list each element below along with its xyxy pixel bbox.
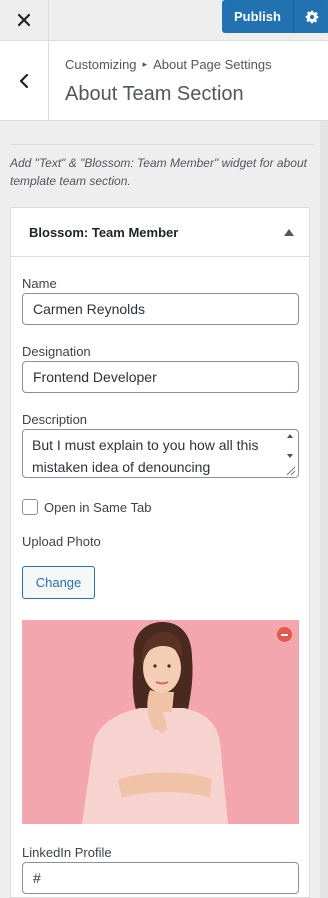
publish-group: Publish — [222, 0, 328, 33]
scrollbar[interactable] — [320, 121, 328, 898]
change-photo-button[interactable]: Change — [22, 566, 95, 599]
name-label: Name — [22, 276, 57, 291]
name-input[interactable]: Carmen Reynolds — [22, 293, 299, 325]
publish-settings-button[interactable] — [292, 0, 328, 33]
description-label: Description — [22, 412, 88, 427]
section-description: Add "Text" & "Blossom: Team Member" widg… — [10, 156, 307, 188]
remove-photo-button[interactable] — [277, 627, 292, 642]
open-same-tab-checkbox[interactable] — [22, 499, 38, 515]
close-button[interactable] — [0, 0, 49, 40]
publish-button[interactable]: Publish — [222, 0, 293, 33]
description-textarea[interactable]: But I must explain to you how all this m… — [22, 429, 299, 478]
close-icon — [17, 13, 31, 27]
upload-photo-label: Upload Photo — [22, 534, 101, 549]
breadcrumb: Customizing ▸ About Page Settings — [65, 57, 272, 72]
linkedin-input[interactable]: # — [22, 862, 299, 894]
designation-label: Designation — [22, 344, 91, 359]
section-header: Customizing ▸ About Page Settings About … — [0, 41, 328, 121]
triangle-up-icon — [284, 228, 294, 236]
breadcrumb-root: Customizing — [65, 57, 137, 72]
gear-icon — [305, 10, 319, 23]
section-title: About Team Section — [65, 83, 244, 105]
designation-input[interactable]: Frontend Developer — [22, 361, 299, 393]
breadcrumb-parent: About Page Settings — [153, 57, 272, 72]
widget-title: Blossom: Team Member — [29, 225, 179, 240]
remove-icon — [281, 633, 288, 636]
divider — [10, 144, 315, 145]
widget-header[interactable]: Blossom: Team Member — [11, 208, 309, 257]
triangle-right-icon: ▸ — [142, 59, 148, 69]
back-button[interactable] — [0, 41, 49, 120]
open-same-tab-label: Open in Same Tab — [44, 500, 152, 515]
widget-toggle-button[interactable] — [277, 220, 301, 244]
team-member-photo — [22, 620, 299, 824]
textarea-scrollbar[interactable] — [283, 431, 297, 476]
description-text: But I must explain to you how all this m… — [32, 437, 259, 475]
linkedin-label: LinkedIn Profile — [22, 845, 112, 860]
chevron-left-icon — [19, 73, 29, 88]
portrait-illustration — [22, 620, 299, 824]
customizer-header: Publish — [0, 0, 328, 41]
